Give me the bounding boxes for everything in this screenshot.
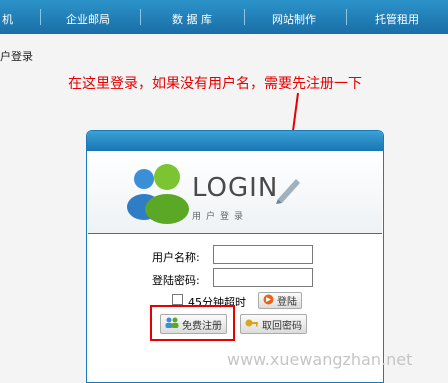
panel-header — [87, 131, 383, 151]
watermark: www.xuewangzhan.net — [227, 350, 413, 369]
password-field[interactable] — [213, 268, 313, 287]
username-field[interactable] — [213, 245, 313, 264]
recover-password-label: 取回密码 — [262, 320, 302, 332]
users-logo-icon — [127, 164, 189, 224]
login-button[interactable]: 登陆 — [258, 292, 302, 309]
login-button-label: 登陆 — [277, 297, 297, 308]
register-highlight-box — [150, 305, 235, 341]
pen-icon — [276, 179, 300, 204]
password-label: 登陆密码: — [152, 274, 200, 287]
login-logo-banner: LOGIN 用户登录 — [88, 151, 382, 234]
username-label: 用户名称: — [152, 251, 200, 264]
login-arrow-icon — [263, 294, 274, 308]
key-icon — [245, 318, 259, 331]
login-logo-text: LOGIN — [192, 173, 279, 203]
recover-password-button[interactable]: 取回密码 — [240, 314, 307, 334]
login-logo-subtitle: 用户登录 — [192, 212, 249, 222]
timeout-checkbox[interactable] — [172, 294, 183, 305]
